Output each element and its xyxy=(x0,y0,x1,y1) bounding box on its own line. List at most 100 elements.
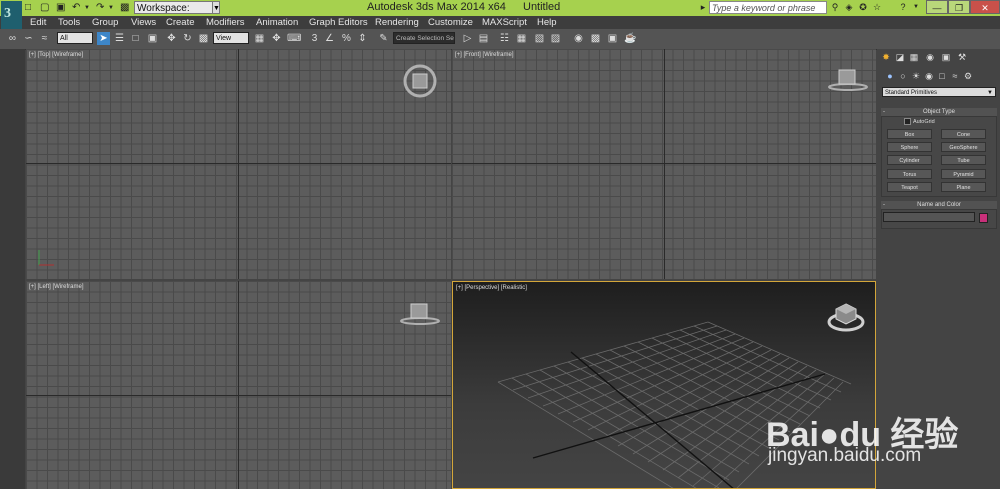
tube-button[interactable]: Tube xyxy=(941,155,986,165)
menu-tools[interactable]: Tools xyxy=(58,16,80,29)
viewcube-icon[interactable] xyxy=(825,300,867,334)
autogrid-checkbox[interactable] xyxy=(904,118,911,125)
open-file-icon[interactable]: ▢ xyxy=(40,2,49,14)
tab-hierarchy-icon[interactable]: ▦ xyxy=(908,51,920,63)
viewcube-icon[interactable] xyxy=(826,67,870,93)
unlink-icon[interactable]: ∽ xyxy=(22,32,35,45)
select-and-scale-icon[interactable]: ▩ xyxy=(197,32,210,45)
graphite-ribbon-icon[interactable]: ▦ xyxy=(515,32,528,45)
viewport-top-label[interactable]: [+] [Top] [Wireframe] xyxy=(29,52,83,58)
named-selection-set-dropdown[interactable]: Create Selection Se xyxy=(393,32,455,44)
align-icon[interactable]: ▤ xyxy=(477,32,490,45)
tab-modify-icon[interactable]: ◪ xyxy=(894,51,906,63)
snaps-toggle-icon[interactable]: 3 xyxy=(308,32,321,45)
teapot-button[interactable]: Teapot xyxy=(887,182,932,192)
object-name-field[interactable] xyxy=(883,212,975,222)
angle-snap-icon[interactable]: ∠ xyxy=(323,32,336,45)
search-arrow-icon[interactable]: ▸ xyxy=(697,1,709,14)
rectangular-selection-icon[interactable]: □ xyxy=(129,32,142,45)
render-setup-icon[interactable]: ▩ xyxy=(589,32,602,45)
menu-help[interactable]: Help xyxy=(537,16,557,29)
viewcube-icon[interactable] xyxy=(398,301,442,327)
shapes-icon[interactable]: ○ xyxy=(897,70,909,82)
minimize-icon[interactable]: — xyxy=(926,0,948,14)
select-manipulate-icon[interactable]: ✥ xyxy=(270,32,283,45)
viewport-left-label[interactable]: [+] [Left] [Wireframe] xyxy=(29,284,84,290)
viewcube-icon[interactable] xyxy=(402,63,438,99)
window-crossing-icon[interactable]: ▣ xyxy=(146,32,159,45)
menu-maxscript[interactable]: MAXScript xyxy=(482,16,527,29)
menu-customize[interactable]: Customize xyxy=(428,16,473,29)
cameras-icon[interactable]: ◉ xyxy=(923,70,935,82)
space-warps-icon[interactable]: ≈ xyxy=(949,70,961,82)
object-color-swatch[interactable] xyxy=(979,213,988,223)
menu-group[interactable]: Group xyxy=(92,16,118,29)
rendered-frame-window-icon[interactable]: ▣ xyxy=(606,32,619,45)
search-icon[interactable]: ⚲ xyxy=(829,1,841,14)
bind-space-warp-icon[interactable]: ≈ xyxy=(38,32,51,45)
menu-animation[interactable]: Animation xyxy=(256,16,298,29)
systems-icon[interactable]: ⚙ xyxy=(962,70,974,82)
viewport-perspective-label[interactable]: [+] [Perspective] [Realistic] xyxy=(456,285,527,291)
viewport-front[interactable]: [+] [Front] [Wireframe] xyxy=(452,49,876,279)
app-logo-icon[interactable]: 3 xyxy=(1,1,22,29)
undo-dropdown-icon[interactable]: ▼ xyxy=(84,2,90,14)
redo-dropdown-icon[interactable]: ▼ xyxy=(108,2,114,14)
menu-graph-editors[interactable]: Graph Editors xyxy=(309,16,368,29)
category-dropdown-arrow-icon[interactable]: ▼ xyxy=(984,87,996,99)
lights-icon[interactable]: ☀ xyxy=(910,70,922,82)
subscription-icon[interactable]: ◈ xyxy=(843,1,855,14)
menu-rendering[interactable]: Rendering xyxy=(375,16,419,29)
restore-icon[interactable]: ❐ xyxy=(948,0,970,14)
mirror-icon[interactable]: ▷ xyxy=(461,32,474,45)
save-file-icon[interactable]: ▣ xyxy=(56,2,65,14)
communication-center-icon[interactable]: ✪ xyxy=(857,1,869,14)
help-icon[interactable]: ? xyxy=(897,1,909,14)
category-dropdown[interactable]: Standard Primitives xyxy=(882,87,996,97)
cone-button[interactable]: Cone xyxy=(941,129,986,139)
undo-icon[interactable]: ↶ xyxy=(72,2,80,14)
layer-manager-icon[interactable]: ☷ xyxy=(498,32,511,45)
favorites-icon[interactable]: ☆ xyxy=(871,1,883,14)
tab-create-icon[interactable]: ✸ xyxy=(880,51,892,63)
box-button[interactable]: Box xyxy=(887,129,932,139)
menu-modifiers[interactable]: Modifiers xyxy=(206,16,245,29)
reference-coordinate-dropdown[interactable]: View xyxy=(213,32,249,44)
select-and-rotate-icon[interactable]: ↻ xyxy=(181,32,194,45)
tab-utilities-icon[interactable]: ⚒ xyxy=(956,51,968,63)
spinner-snap-icon[interactable]: ⇕ xyxy=(356,32,369,45)
geometry-icon[interactable]: ● xyxy=(884,70,896,82)
link-icon[interactable]: ∞ xyxy=(6,32,19,45)
workspace-dropdown[interactable]: Workspace: Default xyxy=(134,1,214,27)
select-and-move-icon[interactable]: ✥ xyxy=(165,32,178,45)
search-input[interactable]: Type a keyword or phrase xyxy=(709,1,827,14)
viewport-top[interactable]: [+] [Top] [Wireframe] xyxy=(26,49,451,279)
project-folder-icon[interactable]: ▩ xyxy=(120,2,129,14)
menu-views[interactable]: Views xyxy=(131,16,156,29)
curve-editor-icon[interactable]: ▧ xyxy=(533,32,546,45)
torus-button[interactable]: Torus xyxy=(887,169,932,179)
select-object-icon[interactable]: ➤ xyxy=(97,32,110,45)
menu-create[interactable]: Create xyxy=(166,16,195,29)
schematic-view-icon[interactable]: ▨ xyxy=(549,32,562,45)
viewport-front-label[interactable]: [+] [Front] [Wireframe] xyxy=(455,52,514,58)
viewport-left[interactable]: [+] [Left] [Wireframe] xyxy=(26,281,451,489)
new-file-icon[interactable]: □ xyxy=(25,2,31,14)
plane-button[interactable]: Plane xyxy=(941,182,986,192)
workspace-dropdown-arrow-icon[interactable]: ▼ xyxy=(212,1,220,14)
redo-icon[interactable]: ↷ xyxy=(96,2,104,14)
percent-snap-icon[interactable]: % xyxy=(340,32,353,45)
menu-edit[interactable]: Edit xyxy=(30,16,46,29)
help-dropdown-icon[interactable]: ▼ xyxy=(910,1,922,14)
pyramid-button[interactable]: Pyramid xyxy=(941,169,986,179)
helpers-icon[interactable]: □ xyxy=(936,70,948,82)
render-production-icon[interactable]: ☕ xyxy=(624,32,637,45)
pivot-center-icon[interactable]: ▦ xyxy=(253,32,266,45)
select-by-name-icon[interactable]: ☰ xyxy=(113,32,126,45)
cylinder-button[interactable]: Cylinder xyxy=(887,155,932,165)
material-editor-icon[interactable]: ◉ xyxy=(572,32,585,45)
edit-named-selection-icon[interactable]: ✎ xyxy=(377,32,390,45)
geosphere-button[interactable]: GeoSphere xyxy=(941,142,986,152)
object-type-rollout-header[interactable]: - Object Type xyxy=(881,108,997,116)
keyboard-shortcut-override-icon[interactable]: ⌨ xyxy=(287,32,301,45)
